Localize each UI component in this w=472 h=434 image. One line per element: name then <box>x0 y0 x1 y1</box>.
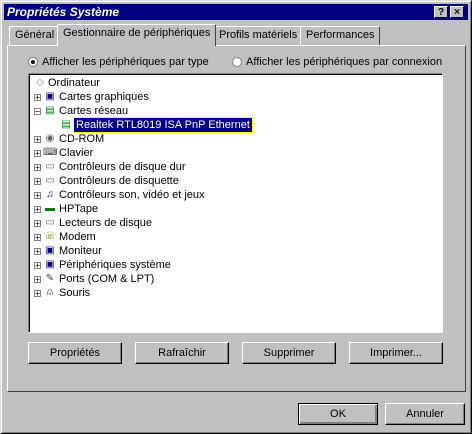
expand-icon[interactable]: + <box>34 262 41 270</box>
tab-hardware-profiles[interactable]: Profils matériels <box>213 26 304 45</box>
modem-icon: ☏ <box>43 231 57 242</box>
tree-root-label: Ordinateur <box>48 77 100 89</box>
disk-drive-icon: ▭ <box>45 217 55 228</box>
computer-icon: ◇ <box>36 77 44 88</box>
network-card-icon: ▤ <box>45 105 55 116</box>
help-button[interactable]: ? <box>434 6 448 18</box>
expand-icon[interactable]: + <box>34 94 41 102</box>
radio-unselected-icon[interactable] <box>232 57 242 67</box>
expand-icon[interactable]: + <box>34 248 41 256</box>
tree-item-label: Contrôleurs son, vidéo et jeux <box>59 189 205 201</box>
device-tree[interactable]: ◇ Ordinateur + ▣ Cartes graphiques − ▤ C… <box>28 73 443 333</box>
view-by-connection-option[interactable]: Afficher les périphériques par connexion <box>232 55 442 69</box>
print-button[interactable]: Imprimer... <box>349 342 443 364</box>
mouse-icon: ⍝ <box>47 287 53 298</box>
view-by-connection-label: Afficher les périphériques par connexion <box>246 56 443 68</box>
window-title: Propriétés Système <box>7 5 120 19</box>
tree-item-label: Ports (COM & LPT) <box>59 273 155 285</box>
expand-icon[interactable]: + <box>34 206 41 214</box>
system-properties-window: Propriétés Système ? × Général Gestionna… <box>0 0 472 434</box>
tab-performance[interactable]: Performances <box>300 26 381 45</box>
view-by-type-label: Afficher les périphériques par type <box>42 56 209 68</box>
ok-button[interactable]: OK <box>298 403 378 425</box>
expand-icon[interactable]: + <box>34 164 41 172</box>
tree-item-label: Cartes réseau <box>59 105 129 117</box>
expand-icon[interactable]: + <box>34 290 41 298</box>
floppy-controller-icon: ▭ <box>45 175 55 186</box>
collapse-icon[interactable]: − <box>34 108 41 116</box>
tree-item-label: Modem <box>59 231 96 243</box>
close-button[interactable]: × <box>450 6 464 18</box>
tree-item-label: Moniteur <box>59 245 102 257</box>
tree-item-label: Lecteurs de disque <box>59 217 152 229</box>
cdrom-icon: ◉ <box>45 133 55 144</box>
display-adapter-icon: ▣ <box>45 91 55 102</box>
tree-item-label: Périphériques système <box>59 259 171 271</box>
expand-icon[interactable]: + <box>34 150 41 158</box>
monitor-icon: ▣ <box>45 245 55 256</box>
expand-icon[interactable]: + <box>34 220 41 228</box>
expand-icon[interactable]: + <box>34 276 41 284</box>
sound-icon: ♫ <box>46 189 54 200</box>
expand-icon[interactable]: + <box>34 234 41 242</box>
tree-item-label: Cartes graphiques <box>59 91 149 103</box>
tape-icon: ▬ <box>45 203 55 214</box>
tree-item-label: Clavier <box>59 147 94 159</box>
expand-icon[interactable]: + <box>34 178 41 186</box>
refresh-button[interactable]: Rafraîchir <box>135 342 229 364</box>
tab-device-manager[interactable]: Gestionnaire de périphériques <box>57 24 217 46</box>
port-icon: ✎ <box>45 273 55 284</box>
title-bar[interactable]: Propriétés Système ? × <box>4 4 468 20</box>
tab-general[interactable]: Général <box>9 26 61 45</box>
expand-icon[interactable]: + <box>34 192 41 200</box>
radio-selected-icon[interactable] <box>28 57 38 67</box>
remove-button[interactable]: Supprimer <box>242 342 336 364</box>
network-card-icon: ▤ <box>61 119 71 130</box>
properties-button[interactable]: Propriétés <box>28 342 122 364</box>
keyboard-icon: ⌨ <box>43 147 58 158</box>
tree-item-label: CD-ROM <box>59 133 105 145</box>
tree-item-label: Realtek RTL8019 ISA PnP Ethernet <box>73 117 253 133</box>
system-devices-icon: ▣ <box>45 259 55 270</box>
tree-item-label: Contrôleurs de disquette <box>59 175 179 187</box>
cancel-button[interactable]: Annuler <box>385 403 465 425</box>
tree-item-label: HPTape <box>59 203 99 215</box>
tree-item-label: Souris <box>59 287 91 299</box>
disk-controller-icon: ▭ <box>45 161 55 172</box>
view-by-type-option[interactable]: Afficher les périphériques par type <box>28 55 209 69</box>
tree-item-label: Contrôleurs de disque dur <box>59 161 186 173</box>
expand-icon[interactable]: + <box>34 136 41 144</box>
